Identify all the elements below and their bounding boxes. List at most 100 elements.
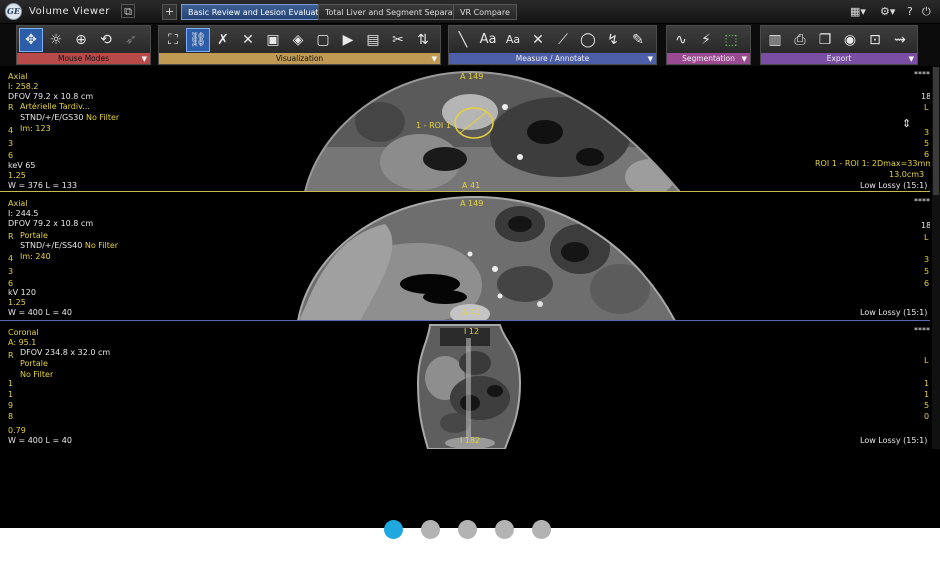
brightness-icon[interactable]: ☼ xyxy=(44,28,68,52)
patient-list-icon[interactable]: ⧉ xyxy=(121,4,135,18)
right-num-3: 6 xyxy=(924,279,930,288)
left-num-1: 4 xyxy=(8,126,14,135)
power-icon[interactable]: ⏻ xyxy=(922,5,931,19)
right-num-4: 0 xyxy=(924,412,930,421)
volume-viewer-app: GE Volume Viewer ⧉ + Basic Review and Le… xyxy=(0,0,940,528)
segmentation-label: Segmentation xyxy=(667,53,750,64)
mouse-modes-label: Mouse Modes xyxy=(17,53,150,64)
visualization-group: ⛶ ⛓ ✗ ✕ ▣ ◈ ▢ ▶ ▤ ✂ ⇅ Visualization ▼ xyxy=(158,25,441,65)
recon-label: STND/+/E/GS30 xyxy=(20,113,84,122)
layout-icon[interactable]: ▦▾ xyxy=(850,5,866,19)
image-number: Im: 123 xyxy=(20,124,51,133)
pager-dot-1[interactable] xyxy=(384,520,403,539)
slice-position: A: 95.1 xyxy=(8,338,37,347)
distance-icon[interactable]: ⟋ xyxy=(551,28,575,52)
corner-dots[interactable]: **** xyxy=(914,326,930,336)
add-protocol-tab-button[interactable]: + xyxy=(162,4,177,20)
print-icon[interactable]: ⎙ xyxy=(788,28,812,52)
save-image-icon[interactable]: ⊡ xyxy=(863,28,887,52)
right-num-1: 1 xyxy=(924,379,930,388)
slice-position: I: 258.2 xyxy=(8,82,39,91)
mouse-modes-menu-icon[interactable]: ▼ xyxy=(142,55,147,63)
tab-liver-segment[interactable]: Total Liver and Segment Separation xyxy=(318,4,476,20)
corner-dots[interactable]: **** xyxy=(914,197,930,207)
kv-label: keV 65 xyxy=(8,161,36,170)
left-num-3: 9 xyxy=(8,401,14,410)
segment-add-icon[interactable]: ⬚ xyxy=(719,28,743,52)
report-icon[interactable]: ▥ xyxy=(763,28,787,52)
ellipse-roi-icon[interactable]: ◯ xyxy=(576,28,600,52)
right-top-number: 18 xyxy=(921,221,930,230)
top-marker: A 149 xyxy=(460,72,484,81)
volume-icon[interactable]: ◈ xyxy=(286,28,310,52)
text-arrow-icon[interactable]: Aa xyxy=(501,28,525,52)
right-num-2: 5 xyxy=(924,267,930,276)
ct-coronal-image xyxy=(416,324,522,449)
viewport-axial-arterial[interactable]: Axial I: 258.2 DFOV 79.2 x 10.8 cm R Art… xyxy=(0,67,930,192)
scrollbar-thumb[interactable] xyxy=(933,67,939,195)
orientation-label: Axial xyxy=(8,72,28,81)
pager-dot-2[interactable] xyxy=(421,520,440,539)
cut-icon[interactable]: ✂ xyxy=(386,28,410,52)
filter-label: No Filter xyxy=(20,370,54,379)
cross-measure-icon[interactable]: ✕ xyxy=(526,28,550,52)
zoom-icon[interactable]: ⊕ xyxy=(69,28,93,52)
window-level: W = 400 L = 40 xyxy=(8,436,72,445)
gear-icon[interactable]: ⚙▾ xyxy=(880,5,895,19)
camera-icon[interactable]: ◉ xyxy=(838,28,862,52)
viewport-scrollbar[interactable] xyxy=(932,67,940,449)
freehand-roi-icon[interactable]: ↯ xyxy=(601,28,625,52)
segmentation-menu-icon[interactable]: ▼ xyxy=(742,55,747,63)
thickness-label: 0.79 xyxy=(8,426,26,435)
side-left-marker: R xyxy=(8,103,14,112)
rotate-icon[interactable]: ⟲ xyxy=(94,28,118,52)
pan-icon[interactable]: ✥ xyxy=(19,28,43,52)
roi-measurement: ROI 1 - ROI 1: 2Dmax=33mm xyxy=(815,159,930,168)
dfov-label: DFOV 79.2 x 10.8 cm xyxy=(8,92,94,101)
fit-view-icon[interactable]: ⛶ xyxy=(161,28,185,52)
orient-icon[interactable]: ⇅ xyxy=(411,28,435,52)
pager-dot-5[interactable] xyxy=(532,520,551,539)
text-annotation-icon[interactable]: Aa xyxy=(476,28,500,52)
crosshair-off-icon[interactable]: ✗ xyxy=(211,28,235,52)
pointer-icon[interactable]: ➶ xyxy=(119,28,143,52)
series-name: Portale xyxy=(20,359,48,368)
help-icon[interactable]: ? xyxy=(907,5,913,19)
roi-volume: 13.0cm3 xyxy=(889,170,925,179)
orientation-label: Axial xyxy=(8,199,28,208)
series-name: Artérielle Tardiv... xyxy=(20,102,90,111)
filter-label: No Filter xyxy=(84,241,119,250)
left-num-4: 8 xyxy=(8,412,14,421)
measure-annotate-label: Measure / Annotate xyxy=(449,53,656,64)
cine-icon[interactable]: ▶ xyxy=(336,28,360,52)
send-icon[interactable]: ⇝ xyxy=(888,28,912,52)
crosshair-icon[interactable]: ✕ xyxy=(236,28,260,52)
left-num-2: 3 xyxy=(8,267,14,276)
corner-dots[interactable]: **** xyxy=(914,70,930,80)
link-icon[interactable]: ⛓ xyxy=(186,28,210,52)
pager-dot-3[interactable] xyxy=(458,520,477,539)
line-measure-icon[interactable]: ╲ xyxy=(451,28,475,52)
export-menu-icon[interactable]: ▼ xyxy=(909,55,914,63)
pager-dot-4[interactable] xyxy=(495,520,514,539)
dfov-label: DFOV 234.8 x 32.0 cm xyxy=(20,348,111,357)
viewport-coronal-portal[interactable]: Coronal A: 95.1 DFOV 234.8 x 32.0 cm R P… xyxy=(0,323,930,449)
filter-label: No Filter xyxy=(85,113,120,122)
box-icon[interactable]: ▢ xyxy=(311,28,335,52)
magic-wand-icon[interactable]: ⚡ xyxy=(694,28,718,52)
curve-icon[interactable]: ∿ xyxy=(669,28,693,52)
series-icon[interactable]: ▤ xyxy=(361,28,385,52)
cube-icon[interactable]: ▣ xyxy=(261,28,285,52)
visualization-menu-icon[interactable]: ▼ xyxy=(432,55,437,63)
viewport-axial-portal[interactable]: Axial I: 244.5 DFOV 79.2 x 10.8 cm R Por… xyxy=(0,194,930,321)
edit-roi-icon[interactable]: ✎ xyxy=(626,28,650,52)
tab-vr-compare[interactable]: VR Compare xyxy=(453,4,517,20)
measure-annotate-menu-icon[interactable]: ▼ xyxy=(648,55,653,63)
tab-basic-review[interactable]: Basic Review and Lesion Evaluation xyxy=(181,4,338,20)
compression-label: Low Lossy (15:1) xyxy=(860,181,928,190)
app-title: Volume Viewer xyxy=(29,6,110,17)
right-num-2: 1 xyxy=(924,390,930,399)
side-right-marker: L xyxy=(924,103,929,112)
copy-icon[interactable]: ❐ xyxy=(813,28,837,52)
right-top-number: 18 xyxy=(921,92,930,101)
